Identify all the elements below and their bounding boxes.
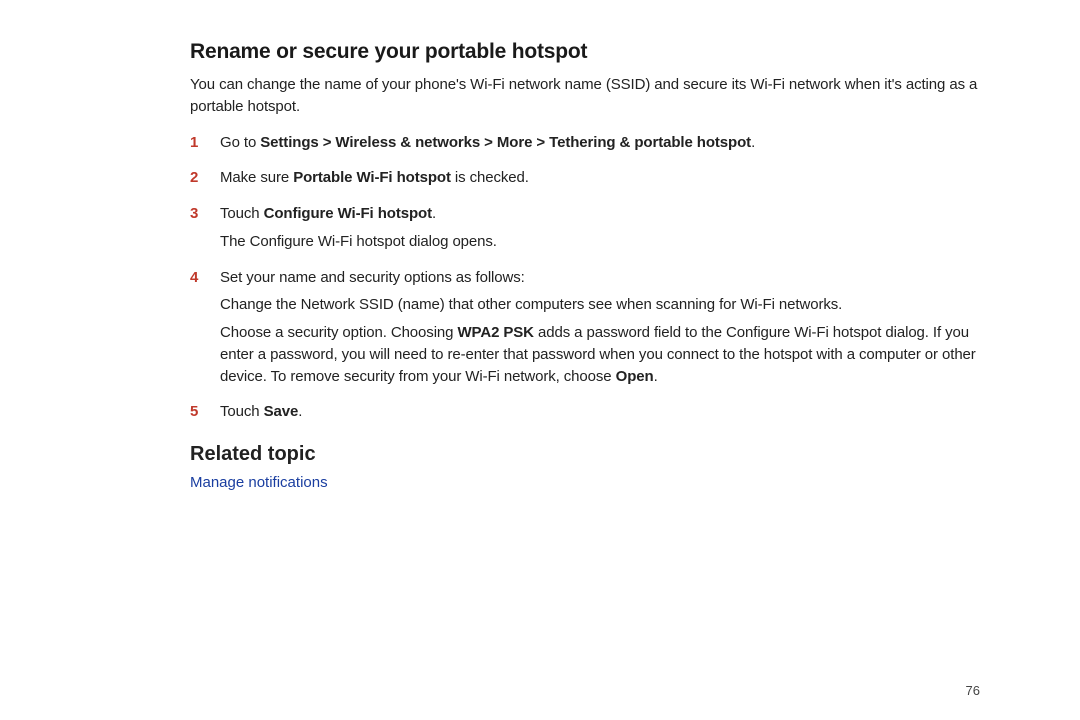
ordered-steps: 1 Go to Settings > Wireless & networks >… — [190, 132, 980, 430]
step-body: Touch Configure Wi-Fi hotspot. The Confi… — [220, 203, 980, 259]
ui-label: Configure Wi-Fi hotspot — [264, 205, 432, 222]
text: . — [654, 368, 658, 385]
text: . — [432, 205, 436, 222]
document-page: Rename or secure your portable hotspot Y… — [0, 0, 1080, 720]
ui-label: Open — [616, 368, 654, 385]
step-4: 4 Set your name and security options as … — [190, 267, 980, 394]
step-1: 1 Go to Settings > Wireless & networks >… — [190, 132, 980, 160]
step-body: Touch Save. — [220, 401, 980, 429]
page-number: 76 — [966, 683, 980, 698]
text: is checked. — [451, 169, 529, 186]
step-2: 2 Make sure Portable Wi-Fi hotspot is ch… — [190, 167, 980, 195]
ui-label: Save — [264, 403, 299, 420]
related-link-manage-notifications[interactable]: Manage notifications — [190, 474, 328, 491]
step-5: 5 Touch Save. — [190, 401, 980, 429]
text: Touch — [220, 403, 264, 420]
text: Make sure — [220, 169, 293, 186]
step-line: Set your name and security options as fo… — [220, 267, 980, 289]
step-3: 3 Touch Configure Wi-Fi hotspot. The Con… — [190, 203, 980, 259]
step-line: Change the Network SSID (name) that othe… — [220, 294, 980, 316]
intro-paragraph: You can change the name of your phone's … — [190, 74, 980, 118]
text: Choose a security option. Choosing — [220, 324, 457, 341]
text: Touch — [220, 205, 264, 222]
step-number: 2 — [190, 167, 220, 189]
text: . — [298, 403, 302, 420]
step-line: Choose a security option. Choosing WPA2 … — [220, 322, 980, 387]
step-number: 3 — [190, 203, 220, 225]
step-followup: The Configure Wi-Fi hotspot dialog opens… — [220, 231, 980, 253]
section-heading: Rename or secure your portable hotspot — [190, 40, 980, 64]
step-body: Go to Settings > Wireless & networks > M… — [220, 132, 980, 160]
text: Go to — [220, 134, 260, 151]
step-body: Make sure Portable Wi-Fi hotspot is chec… — [220, 167, 980, 195]
step-number: 5 — [190, 401, 220, 423]
step-body: Set your name and security options as fo… — [220, 267, 980, 394]
ui-label: WPA2 PSK — [457, 324, 533, 341]
related-heading: Related topic — [190, 443, 980, 466]
ui-label: Portable Wi-Fi hotspot — [293, 169, 451, 186]
ui-path: Settings > Wireless & networks > More > … — [260, 134, 751, 151]
step-number: 4 — [190, 267, 220, 289]
step-number: 1 — [190, 132, 220, 154]
text: . — [751, 134, 755, 151]
